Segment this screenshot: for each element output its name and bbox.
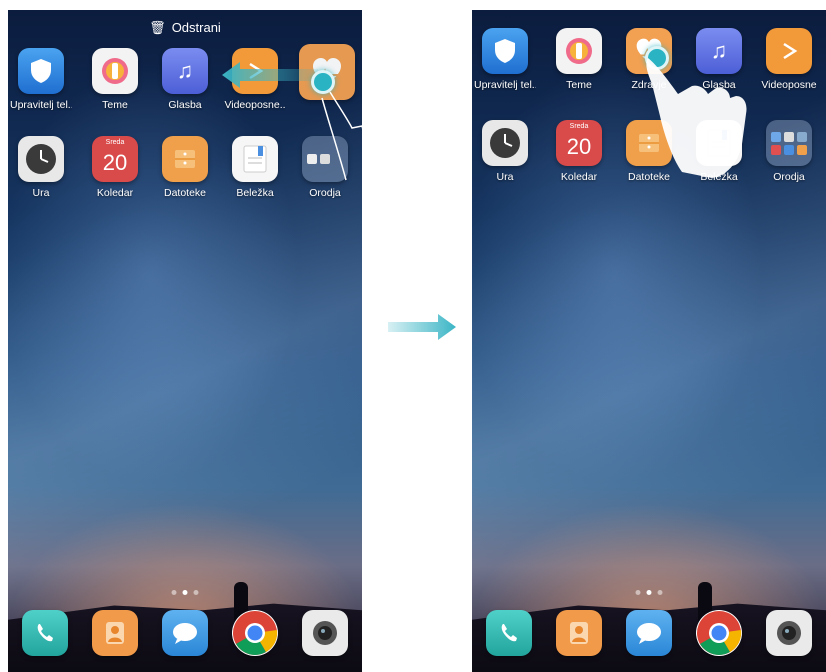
app-label: Glasba [168,99,202,111]
app-themes[interactable]: Teme [548,28,610,91]
calendar-day: 20 [566,134,592,159]
messages-icon[interactable] [162,610,208,656]
app-label: Teme [566,79,592,91]
camera-icon[interactable] [766,610,812,656]
app-files[interactable]: Datoteke [154,136,216,199]
app-calendar[interactable]: Sreda 20 Koledar [548,120,610,183]
app-label: Videoposne.. [224,99,286,111]
phone-icon[interactable] [486,610,532,656]
contacts-icon[interactable] [556,610,602,656]
transition-arrow-icon [388,314,456,340]
app-label: Ura [32,187,50,199]
trash-icon: 🗑 [149,20,166,35]
app-video-player[interactable]: Videoposne [758,28,820,91]
remove-label: Odstrani [171,20,221,35]
clock-icon [482,120,528,166]
clock-icon [18,136,64,182]
app-label: Beležka [236,187,274,199]
hand-gesture-icon [646,58,747,178]
left-home-screen: 🗑 Odstrani Upravitelj tel.. Teme ♫ Glasba… [8,10,362,672]
page-indicator [169,582,202,600]
shield-icon [18,48,64,94]
app-label: Orodja [773,171,805,183]
app-label: Ura [496,171,514,183]
app-label: Videoposne [761,79,817,91]
brush-icon [556,28,602,74]
play-icon [766,28,812,74]
notepad-icon [232,136,278,182]
hand-gesture-icon [321,91,362,181]
dock [8,610,362,664]
app-label: Koledar [96,187,134,199]
chrome-icon[interactable] [696,610,742,656]
shield-icon [482,28,528,74]
app-phone-manager[interactable]: Upravitelj tel.. [10,48,72,111]
dock [472,610,826,664]
app-folder-icon [766,120,812,166]
music-note-icon: ♫ [162,48,208,94]
page-indicator [633,582,666,600]
app-label: Datoteke [163,187,207,199]
app-notepad[interactable]: Beležka [224,136,286,199]
remove-drop-zone[interactable]: 🗑 Odstrani [8,20,362,36]
app-label: Upravitelj tel.. [10,99,72,111]
app-calendar[interactable]: Sreda 20 Koledar [84,136,146,199]
right-home-screen: Upravitelj tel.. Teme Zdravje ♫ Glasba V… [472,10,826,672]
calendar-day: 20 [102,150,128,175]
calendar-weekday: Sreda [105,139,125,146]
app-music[interactable]: ♫ Glasba [154,48,216,111]
app-label: Koledar [560,171,598,183]
app-tools-folder[interactable]: Orodja [758,120,820,183]
drag-left-arrow-icon [222,62,318,88]
app-clock[interactable]: Ura [474,120,536,183]
app-clock[interactable]: Ura [10,136,72,199]
brush-icon [92,48,138,94]
contacts-icon[interactable] [92,610,138,656]
calendar-icon: Sreda 20 [556,120,602,166]
camera-icon[interactable] [302,610,348,656]
chrome-icon[interactable] [232,610,278,656]
calendar-weekday: Sreda [569,123,589,130]
phone-icon[interactable] [22,610,68,656]
app-label: Teme [102,99,128,111]
app-label: Upravitelj tel.. [474,79,536,91]
app-themes[interactable]: Teme [84,48,146,111]
app-phone-manager[interactable]: Upravitelj tel.. [474,28,536,91]
calendar-icon: Sreda 20 [92,136,138,182]
folder-icon [162,136,208,182]
messages-icon[interactable] [626,610,672,656]
